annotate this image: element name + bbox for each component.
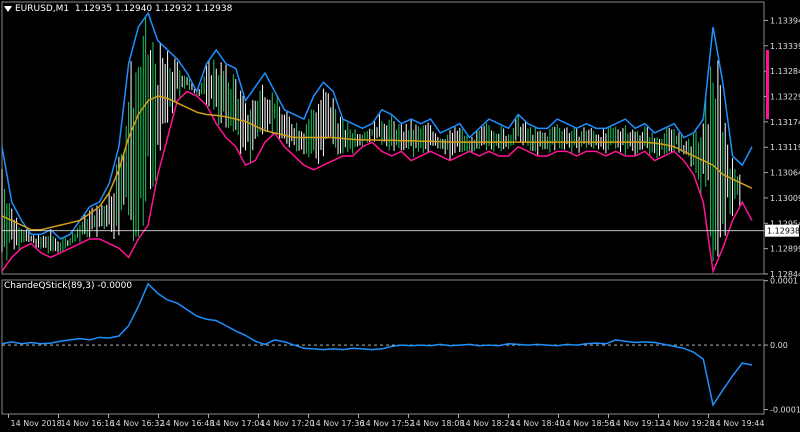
indicator-panel-frame — [1, 279, 765, 415]
y-tick-label: 1.13339 — [770, 42, 800, 51]
indicator-y-tick-label: 0.0001 — [770, 277, 798, 286]
y-tick-label: 1.13394 — [770, 16, 800, 25]
y-tick-label: 1.13284 — [770, 67, 800, 76]
x-tick-label: 14 Nov 17:36 — [311, 419, 365, 428]
current-price-label: 1.12938 — [767, 227, 800, 236]
x-tick-label: 14 Nov 19:12 — [611, 419, 665, 428]
trading-chart[interactable]: 1.13394 1.13339 1.13284 1.13229 1.13174 1.131… — [0, 0, 800, 432]
x-tick-label: 14 Nov 17:04 — [211, 419, 265, 428]
indicator-y-tick-label: -0.0001 — [770, 405, 800, 414]
y-tick-label: 1.13174 — [770, 118, 800, 127]
x-tick-label: 14 Nov 18:08 — [411, 419, 465, 428]
accent-range-bar — [766, 49, 769, 120]
y-tick-label: 1.13229 — [770, 93, 800, 102]
indicator-y-tick-label: 0.00 — [770, 341, 788, 350]
x-tick-label: 14 Nov 18:56 — [561, 419, 615, 428]
x-tick-label: 14 Nov 18:24 — [461, 419, 515, 428]
x-tick-label: 14 Nov 17:20 — [261, 419, 315, 428]
y-tick-label: 1.12899 — [770, 245, 800, 254]
y-tick-label: 1.13064 — [770, 169, 800, 178]
x-tick-label: 14 Nov 19:44 — [711, 419, 765, 428]
x-tick-label: 14 Nov 16:16 — [61, 419, 115, 428]
y-tick-label: 1.13009 — [770, 194, 800, 203]
quickstick-line — [1, 282, 753, 407]
x-tick-label: 14 Nov 19:28 — [661, 419, 715, 428]
x-tick-label: 14 Nov 2018 — [11, 419, 62, 428]
y-tick-label: 1.13119 — [770, 143, 800, 152]
x-tick-label: 14 Nov 16:48 — [161, 419, 215, 428]
x-tick-label: 14 Nov 16:32 — [111, 419, 165, 428]
x-tick-label: 14 Nov 17:52 — [361, 419, 415, 428]
x-tick-label: 14 Nov 18:40 — [511, 419, 565, 428]
